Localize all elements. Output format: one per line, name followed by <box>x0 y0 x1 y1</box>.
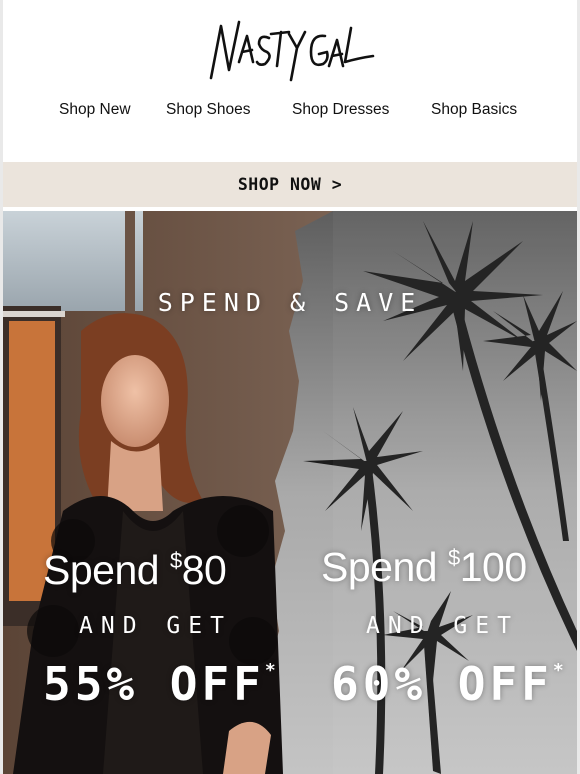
offer-1-and-get: AND GET <box>79 613 232 639</box>
offer-2-discount-line: 60% OFF* <box>331 657 564 711</box>
offer-2-spend-word: Spend <box>321 544 438 590</box>
offer-1-asterisk: * <box>264 660 276 681</box>
email-container: Shop New Shop Shoes Shop Dresses Shop Ba… <box>3 0 577 774</box>
brand-logo[interactable] <box>203 18 377 84</box>
category-nav: Shop New Shop Shoes Shop Dresses Shop Ba… <box>3 101 577 123</box>
nav-link-shop-new[interactable]: Shop New <box>59 101 131 119</box>
offer-1-discount-line: 55% OFF* <box>43 657 276 711</box>
offer-1-spend-word: Spend <box>43 547 160 593</box>
offer-1-currency: $ <box>169 548 182 573</box>
nav-link-shop-shoes[interactable]: Shop Shoes <box>166 101 250 119</box>
shop-now-label: SHOP NOW > <box>237 175 343 194</box>
hero-banner[interactable]: SPEND & SAVE Spend $80 AND GET 55% OFF* … <box>3 211 577 774</box>
offer-2-asterisk: * <box>552 660 564 681</box>
nav-link-shop-dresses[interactable]: Shop Dresses <box>292 101 389 119</box>
shop-now-banner[interactable]: SHOP NOW > <box>3 162 577 207</box>
hero-headline: SPEND & SAVE <box>157 288 423 317</box>
offer-1-amount: 80 <box>181 547 227 593</box>
email-header: Shop New Shop Shoes Shop Dresses Shop Ba… <box>3 0 577 162</box>
offer-1-discount: 55% OFF <box>43 657 265 711</box>
offer-2-spend: Spend $100 <box>321 544 527 591</box>
offer-2-currency: $ <box>447 545 460 570</box>
nav-link-shop-basics[interactable]: Shop Basics <box>431 101 517 119</box>
offer-2-discount: 60% OFF <box>331 657 553 711</box>
offer-2-and-get: AND GET <box>366 613 519 639</box>
offer-1-spend: Spend $80 <box>43 547 227 594</box>
offer-2-amount: 100 <box>459 544 527 590</box>
